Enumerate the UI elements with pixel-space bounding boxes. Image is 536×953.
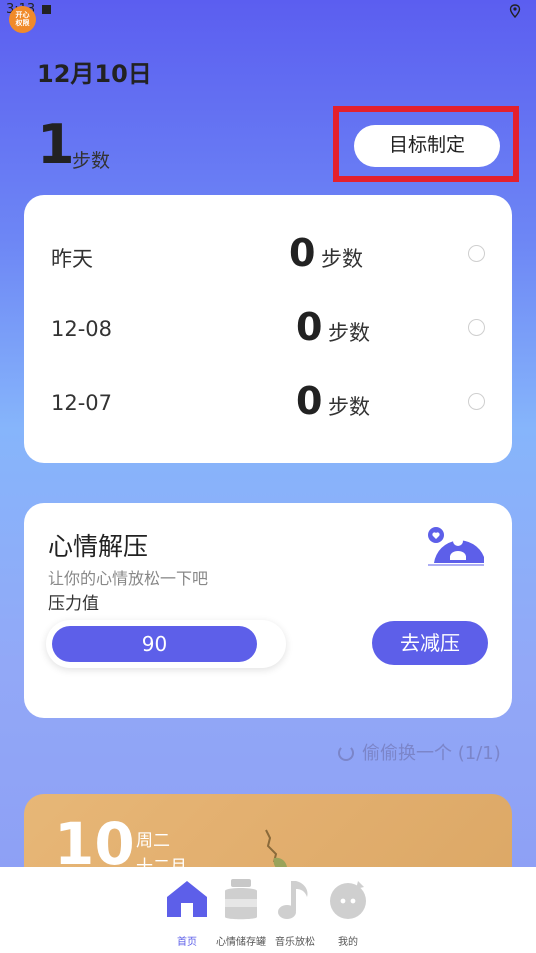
nav-label-mood-jar: 心情储存罐 [216,937,266,948]
notification-icon [42,5,51,14]
history-date: 12-07 [51,391,113,415]
nav-label-music: 音乐放松 [275,937,315,948]
bottom-navigation: 首页 心情储存罐 音乐放松 我的 [0,867,536,953]
nav-label-home: 首页 [177,937,197,948]
relax-button[interactable]: 去减压 [372,621,488,665]
history-row[interactable]: 12-07 0 步数 [24,375,512,435]
history-steps-unit: 步数 [328,395,370,419]
today-steps-count: 1 [37,113,75,176]
history-date: 12-08 [51,317,113,341]
profile-icon [330,881,366,919]
nav-label-profile: 我的 [338,937,358,948]
mood-card-title: 心情解压 [48,532,149,561]
page-date: 12月10日 [37,60,152,88]
history-steps: 0 [296,305,323,349]
goal-setting-button[interactable]: 目标制定 [354,125,500,167]
history-date: 昨天 [51,247,93,271]
refresh-label: 偷偷换一个 (1/1) [362,743,501,764]
mood-relief-card: 心情解压 让你的心情放松一下吧 压力值 90 去减压 [24,503,512,718]
nav-item-profile[interactable]: 我的 [318,877,378,948]
history-steps: 0 [289,231,316,275]
nav-item-mood-jar[interactable]: 心情储存罐 [211,877,271,948]
refresh-icon [338,745,354,761]
history-steps-unit: 步数 [321,247,363,271]
meditation-person-icon [428,527,484,566]
home-icon [167,881,207,917]
history-radio[interactable] [468,319,485,336]
history-radio[interactable] [468,393,485,410]
history-row[interactable]: 12-08 0 步数 [24,301,512,361]
nav-item-music[interactable]: 音乐放松 [265,877,325,948]
pressure-bar-fill: 90 [52,626,257,662]
photo-day: 10 [54,810,135,878]
nav-item-home[interactable]: 首页 [157,877,217,948]
history-steps: 0 [296,379,323,423]
photo-weekday: 周二 [136,831,170,851]
history-steps-unit: 步数 [328,321,370,345]
pressure-label: 压力值 [48,594,99,614]
today-steps-unit: 步数 [72,150,111,172]
location-icon [509,4,521,18]
refresh-link[interactable]: 偷偷换一个 (1/1) [338,739,501,765]
pressure-bar: 90 [46,620,286,668]
step-history-card: 昨天 0 步数 12-08 0 步数 12-07 0 步数 [24,195,512,463]
app-badge-icon: 开心 权限 [9,6,36,33]
history-row[interactable]: 昨天 0 步数 [24,227,512,287]
mood-card-subtitle: 让你的心情放松一下吧 [48,569,209,588]
status-bar: 3:13 开心权限 [0,0,536,33]
history-radio[interactable] [468,245,485,262]
jar-icon [225,879,257,920]
music-note-icon [278,881,308,919]
